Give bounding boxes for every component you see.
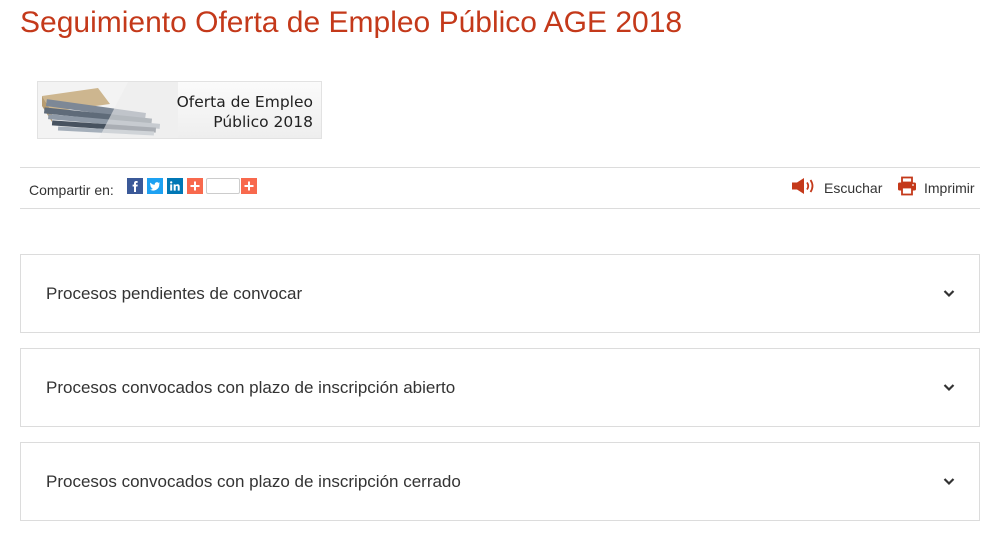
- accordion-title: Procesos convocados con plazo de inscrip…: [46, 378, 456, 397]
- accordion-title: Procesos pendientes de convocar: [46, 284, 303, 303]
- print-button[interactable]: Imprimir: [897, 176, 975, 201]
- listen-button[interactable]: Escuchar: [791, 177, 882, 199]
- chevron-down-icon: [943, 290, 955, 298]
- accordion-plazo-abierto[interactable]: Procesos convocados con plazo de inscrip…: [20, 348, 980, 427]
- addthis-icon[interactable]: [187, 178, 203, 194]
- banner-caption: Oferta de Empleo Público 2018: [177, 92, 313, 132]
- twitter-icon[interactable]: [147, 178, 163, 194]
- more-share-icon[interactable]: [241, 178, 257, 194]
- page-title: Seguimiento Oferta de Empleo Público AGE…: [20, 6, 683, 39]
- linkedin-icon[interactable]: [167, 178, 183, 194]
- banner-line-2: Público 2018: [213, 113, 313, 131]
- banner-line-1: Oferta de Empleo: [176, 93, 313, 111]
- chevron-down-icon: [943, 384, 955, 392]
- page: Seguimiento Oferta de Empleo Público AGE…: [0, 0, 1005, 538]
- facebook-icon[interactable]: [127, 178, 143, 194]
- accordion-plazo-cerrado[interactable]: Procesos convocados con plazo de inscrip…: [20, 442, 980, 521]
- share-toolbar: Compartir en: Escuchar Imprimir: [20, 167, 980, 209]
- printer-icon: [897, 176, 917, 201]
- chevron-down-icon: [943, 478, 955, 486]
- share-label: Compartir en:: [29, 182, 114, 198]
- speaker-icon: [791, 176, 817, 201]
- accordion-title: Procesos convocados con plazo de inscrip…: [46, 472, 461, 491]
- print-label: Imprimir: [924, 180, 975, 196]
- accordion-pendientes[interactable]: Procesos pendientes de convocar: [20, 254, 980, 333]
- share-counter-box: [206, 178, 240, 194]
- folders-image: [38, 82, 178, 138]
- oferta-empleo-banner[interactable]: Oferta de Empleo Público 2018: [37, 81, 322, 139]
- listen-label: Escuchar: [824, 180, 883, 196]
